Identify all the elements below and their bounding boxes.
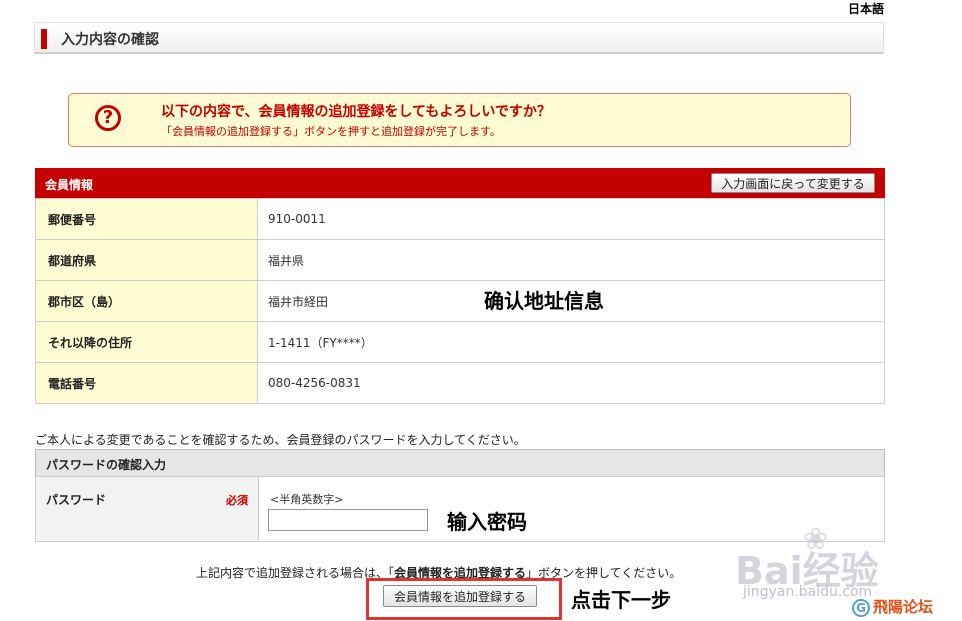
password-section-title: パスワードの確認入力 bbox=[46, 458, 167, 472]
member-info-title: 会員情報 bbox=[45, 178, 94, 192]
table-row: 都道府県 福井県 bbox=[35, 239, 885, 281]
forum-logo: G 飛陽论坛 bbox=[852, 596, 933, 617]
password-section-header: パスワードの確認入力 bbox=[35, 449, 885, 477]
table-row: それ以降の住所 1-1411（FY****） bbox=[35, 321, 885, 363]
table-row: 郡市区（島） 福井市経田 bbox=[35, 280, 885, 322]
alert-subtext: 「会員情報の追加登録する」ボタンを押すと追加登録が完了します。 bbox=[161, 125, 501, 138]
row-value: 080-4256-0831 bbox=[257, 362, 885, 404]
table-row: 電話番号 080-4256-0831 bbox=[35, 362, 885, 404]
password-input[interactable] bbox=[268, 509, 428, 531]
member-info-table: 郵便番号 910-0011 都道府県 福井県 郡市区（島） 福井市経田 それ以降… bbox=[35, 198, 885, 404]
annotation-confirm-address: 确认地址信息 bbox=[484, 289, 604, 313]
row-label: 都道府県 bbox=[35, 239, 258, 281]
row-value: 1-1411（FY****） bbox=[257, 321, 885, 363]
language-switch[interactable]: 日本語 bbox=[848, 0, 884, 17]
table-row: 郵便番号 910-0011 bbox=[35, 198, 885, 240]
alert-headline: 以下の内容で、会員情報の追加登録をしてもよろしいですか？ bbox=[161, 104, 551, 120]
header-accent-bar bbox=[41, 29, 47, 49]
row-value: 910-0011 bbox=[257, 198, 885, 240]
annotation-enter-password: 输入密码 bbox=[447, 510, 527, 534]
add-registration-button[interactable]: 会員情報を追加登録する bbox=[383, 585, 537, 607]
forum-logo-icon: G bbox=[852, 598, 870, 617]
page-header: 入力内容の確認 bbox=[34, 22, 884, 54]
question-icon: ? bbox=[95, 105, 121, 131]
required-badge: 必須 bbox=[226, 494, 248, 507]
member-info-header: 会員情報 入力画面に戻って変更する bbox=[35, 168, 885, 198]
page-title: 入力内容の確認 bbox=[61, 32, 159, 48]
row-label: 郡市区（島） bbox=[35, 280, 258, 322]
password-label-cell: パスワード 必須 bbox=[36, 477, 259, 541]
password-hint: <半角英数字> bbox=[270, 493, 344, 506]
row-value: 福井県 bbox=[257, 239, 885, 281]
password-intro: ご本人による変更であることを確認するため、会員登録のパスワードを入力してください… bbox=[35, 433, 526, 447]
forum-logo-text: 飛陽论坛 bbox=[873, 598, 934, 616]
row-label: 郵便番号 bbox=[35, 198, 258, 240]
row-label: それ以降の住所 bbox=[35, 321, 258, 363]
back-to-edit-button[interactable]: 入力画面に戻って変更する bbox=[711, 173, 875, 193]
baidu-watermark: ❀ Bai经验 jingyan.baidu.com bbox=[735, 522, 935, 602]
annotation-click-next: 点击下一步 bbox=[571, 588, 671, 612]
row-label: 電話番号 bbox=[35, 362, 258, 404]
password-label: パスワード bbox=[46, 493, 107, 507]
submit-note-before: 上記内容で追加登録される場合は、「 bbox=[196, 566, 395, 580]
confirm-alert: ? 以下の内容で、会員情報の追加登録をしてもよろしいですか？ 「会員情報の追加登… bbox=[68, 93, 851, 147]
